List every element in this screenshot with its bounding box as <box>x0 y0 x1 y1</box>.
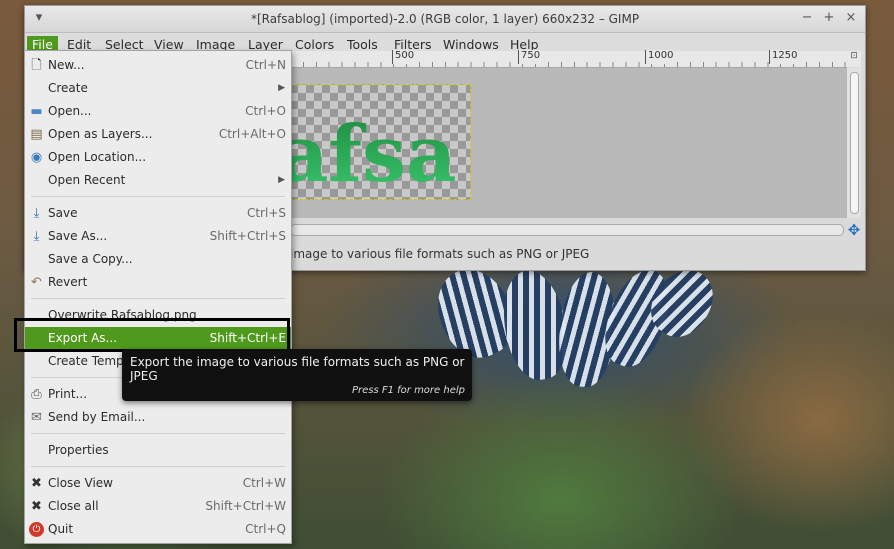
globe-icon: ◉ <box>30 150 43 165</box>
menu-item-close-all[interactable]: ✖ Close all Shift+Ctrl+W <box>25 495 291 518</box>
menu-item-send-email[interactable]: ✉ Send by Email... <box>25 406 291 429</box>
ruler-tick: 500 <box>392 50 415 64</box>
tooltip-help: Press F1 for more help <box>351 385 465 396</box>
menu-item-revert[interactable]: ↶ Revert <box>25 271 291 294</box>
submenu-arrow-icon: ▶ <box>278 83 285 93</box>
menu-separator <box>31 433 285 434</box>
menu-separator <box>31 196 285 197</box>
revert-icon: ↶ <box>31 275 42 290</box>
vertical-scrollbar[interactable] <box>847 68 861 218</box>
zoom-toggle-icon[interactable]: ⊡ <box>847 51 861 67</box>
save-as-icon: ⤓ <box>33 229 40 244</box>
horizontal-ruler[interactable]: 500 750 1000 1250 <box>290 50 847 68</box>
window-title: *[Rafsablog] (imported)-2.0 (RGB color, … <box>250 12 640 26</box>
ruler-tick: 1000 <box>645 50 674 64</box>
menu-separator <box>31 298 285 299</box>
save-icon: ⤓ <box>33 206 40 221</box>
menu-item-new[interactable]: 🗋 New... Ctrl+N <box>25 54 291 77</box>
image-canvas[interactable]: afsa <box>290 68 847 218</box>
ruler-tick: 750 <box>518 50 541 64</box>
menu-item-properties[interactable]: Properties <box>25 439 291 462</box>
folder-open-icon: ▬ <box>30 104 43 119</box>
menu-item-save-as[interactable]: ⤓ Save As... Shift+Ctrl+S <box>25 225 291 248</box>
new-document-icon: 🗋 <box>31 58 42 73</box>
close-window-button[interactable]: × <box>843 10 859 26</box>
status-bar: image to various file formats such as PN… <box>290 247 590 261</box>
menu-item-open-recent[interactable]: Open Recent ▶ <box>25 169 291 192</box>
maximize-button[interactable]: + <box>821 10 837 26</box>
close-view-icon: ✖ <box>31 476 42 491</box>
open-as-layers-icon: ▤ <box>30 127 43 142</box>
menu-item-save-copy[interactable]: Save a Copy... <box>25 248 291 271</box>
menu-item-create[interactable]: Create ▶ <box>25 77 291 100</box>
printer-icon: ⎙ <box>31 387 42 402</box>
tooltip: Export the image to various file formats… <box>122 349 472 401</box>
file-menu: 🗋 New... Ctrl+N Create ▶ ▬ Open... Ctrl+… <box>24 50 292 544</box>
email-icon: ✉ <box>31 410 42 425</box>
close-all-icon: ✖ <box>31 499 42 514</box>
focus-highlight-box <box>14 318 290 352</box>
menu-item-open-as-layers[interactable]: ▤ Open as Layers... Ctrl+Alt+O <box>25 123 291 146</box>
menu-item-open[interactable]: ▬ Open... Ctrl+O <box>25 100 291 123</box>
minimize-button[interactable]: − <box>799 10 815 26</box>
submenu-arrow-icon: ▶ <box>278 175 285 185</box>
ruler-tick: 1250 <box>769 50 798 64</box>
image-logo: afsa <box>290 109 457 199</box>
navigate-icon[interactable]: ✥ <box>846 222 862 238</box>
image-layer: afsa <box>290 84 471 200</box>
title-bar[interactable]: ▾ *[Rafsablog] (imported)-2.0 (RGB color… <box>25 6 865 33</box>
menu-item-open-location[interactable]: ◉ Open Location... <box>25 146 291 169</box>
menu-item-quit[interactable]: ⏻ Quit Ctrl+Q <box>25 518 291 541</box>
menu-item-save[interactable]: ⤓ Save Ctrl+S <box>25 202 291 225</box>
menu-item-close-view[interactable]: ✖ Close View Ctrl+W <box>25 472 291 495</box>
quit-icon: ⏻ <box>29 522 44 537</box>
tooltip-text: Export the image to various file formats… <box>130 355 465 383</box>
image-text: afsa <box>290 109 457 199</box>
menu-separator <box>31 466 285 467</box>
horizontal-scrollbar[interactable] <box>290 224 844 236</box>
